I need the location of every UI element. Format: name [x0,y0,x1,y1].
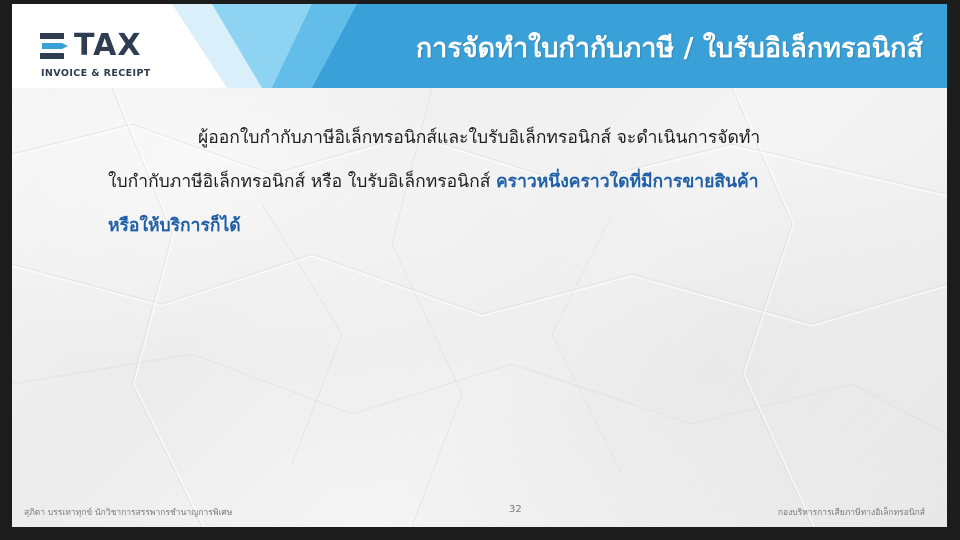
footer-presenter: สุภิดา บรรเทาทุกข์ นักวิชาการสรรพากรชำนา… [24,508,233,518]
logo-subtitle: INVOICE & RECEIPT [41,68,151,79]
body-line-3-highlight: หรือให้บริการก็ได้ [108,216,241,236]
body-line-1-text: ผู้ออกใบกำกับภาษีอิเล็กทรอนิกส์และใบรับอ… [198,128,761,148]
slide-title: การจัดทำใบกำกับภาษี / ใบรับอิเล็กทรอนิกส… [415,33,923,64]
body-line-3: หรือให้บริการก็ได้ [108,204,908,248]
footer-page-number: 32 [509,504,522,515]
logo-e-icon [40,33,68,59]
body-line-2-highlight: คราวหนึ่งคราวใดที่มีการขายสินค้า [495,172,759,192]
logo-wordmark: TAX [40,28,141,64]
screenshot-frame: TAX INVOICE & RECEIPT การจัดทำใบกำกับภาษ… [0,0,960,540]
body-line-1: ผู้ออกใบกำกับภาษีอิเล็กทรอนิกส์และใบรับอ… [108,116,908,160]
body-line-2: ใบกำกับภาษีอิเล็กทรอนิกส์ หรือ ใบรับอิเล… [108,160,908,204]
presentation-slide: TAX INVOICE & RECEIPT การจัดทำใบกำกับภาษ… [12,4,947,527]
body-line-2-text: ใบกำกับภาษีอิเล็กทรอนิกส์ หรือ ใบรับอิเล… [108,172,496,192]
etax-logo: TAX INVOICE & RECEIPT [40,28,180,82]
header-band: TAX INVOICE & RECEIPT การจัดทำใบกำกับภาษ… [12,4,947,88]
slide-footer: สุภิดา บรรเทาทุกข์ นักวิชาการสรรพากรชำนา… [12,501,947,521]
logo-tax-text: TAX [74,28,142,63]
slide-body: ผู้ออกใบกำกับภาษีอิเล็กทรอนิกส์และใบรับอ… [108,116,908,248]
footer-department: กองบริหารการเสียภาษีทางอิเล็กทรอนิกส์ [777,508,925,518]
